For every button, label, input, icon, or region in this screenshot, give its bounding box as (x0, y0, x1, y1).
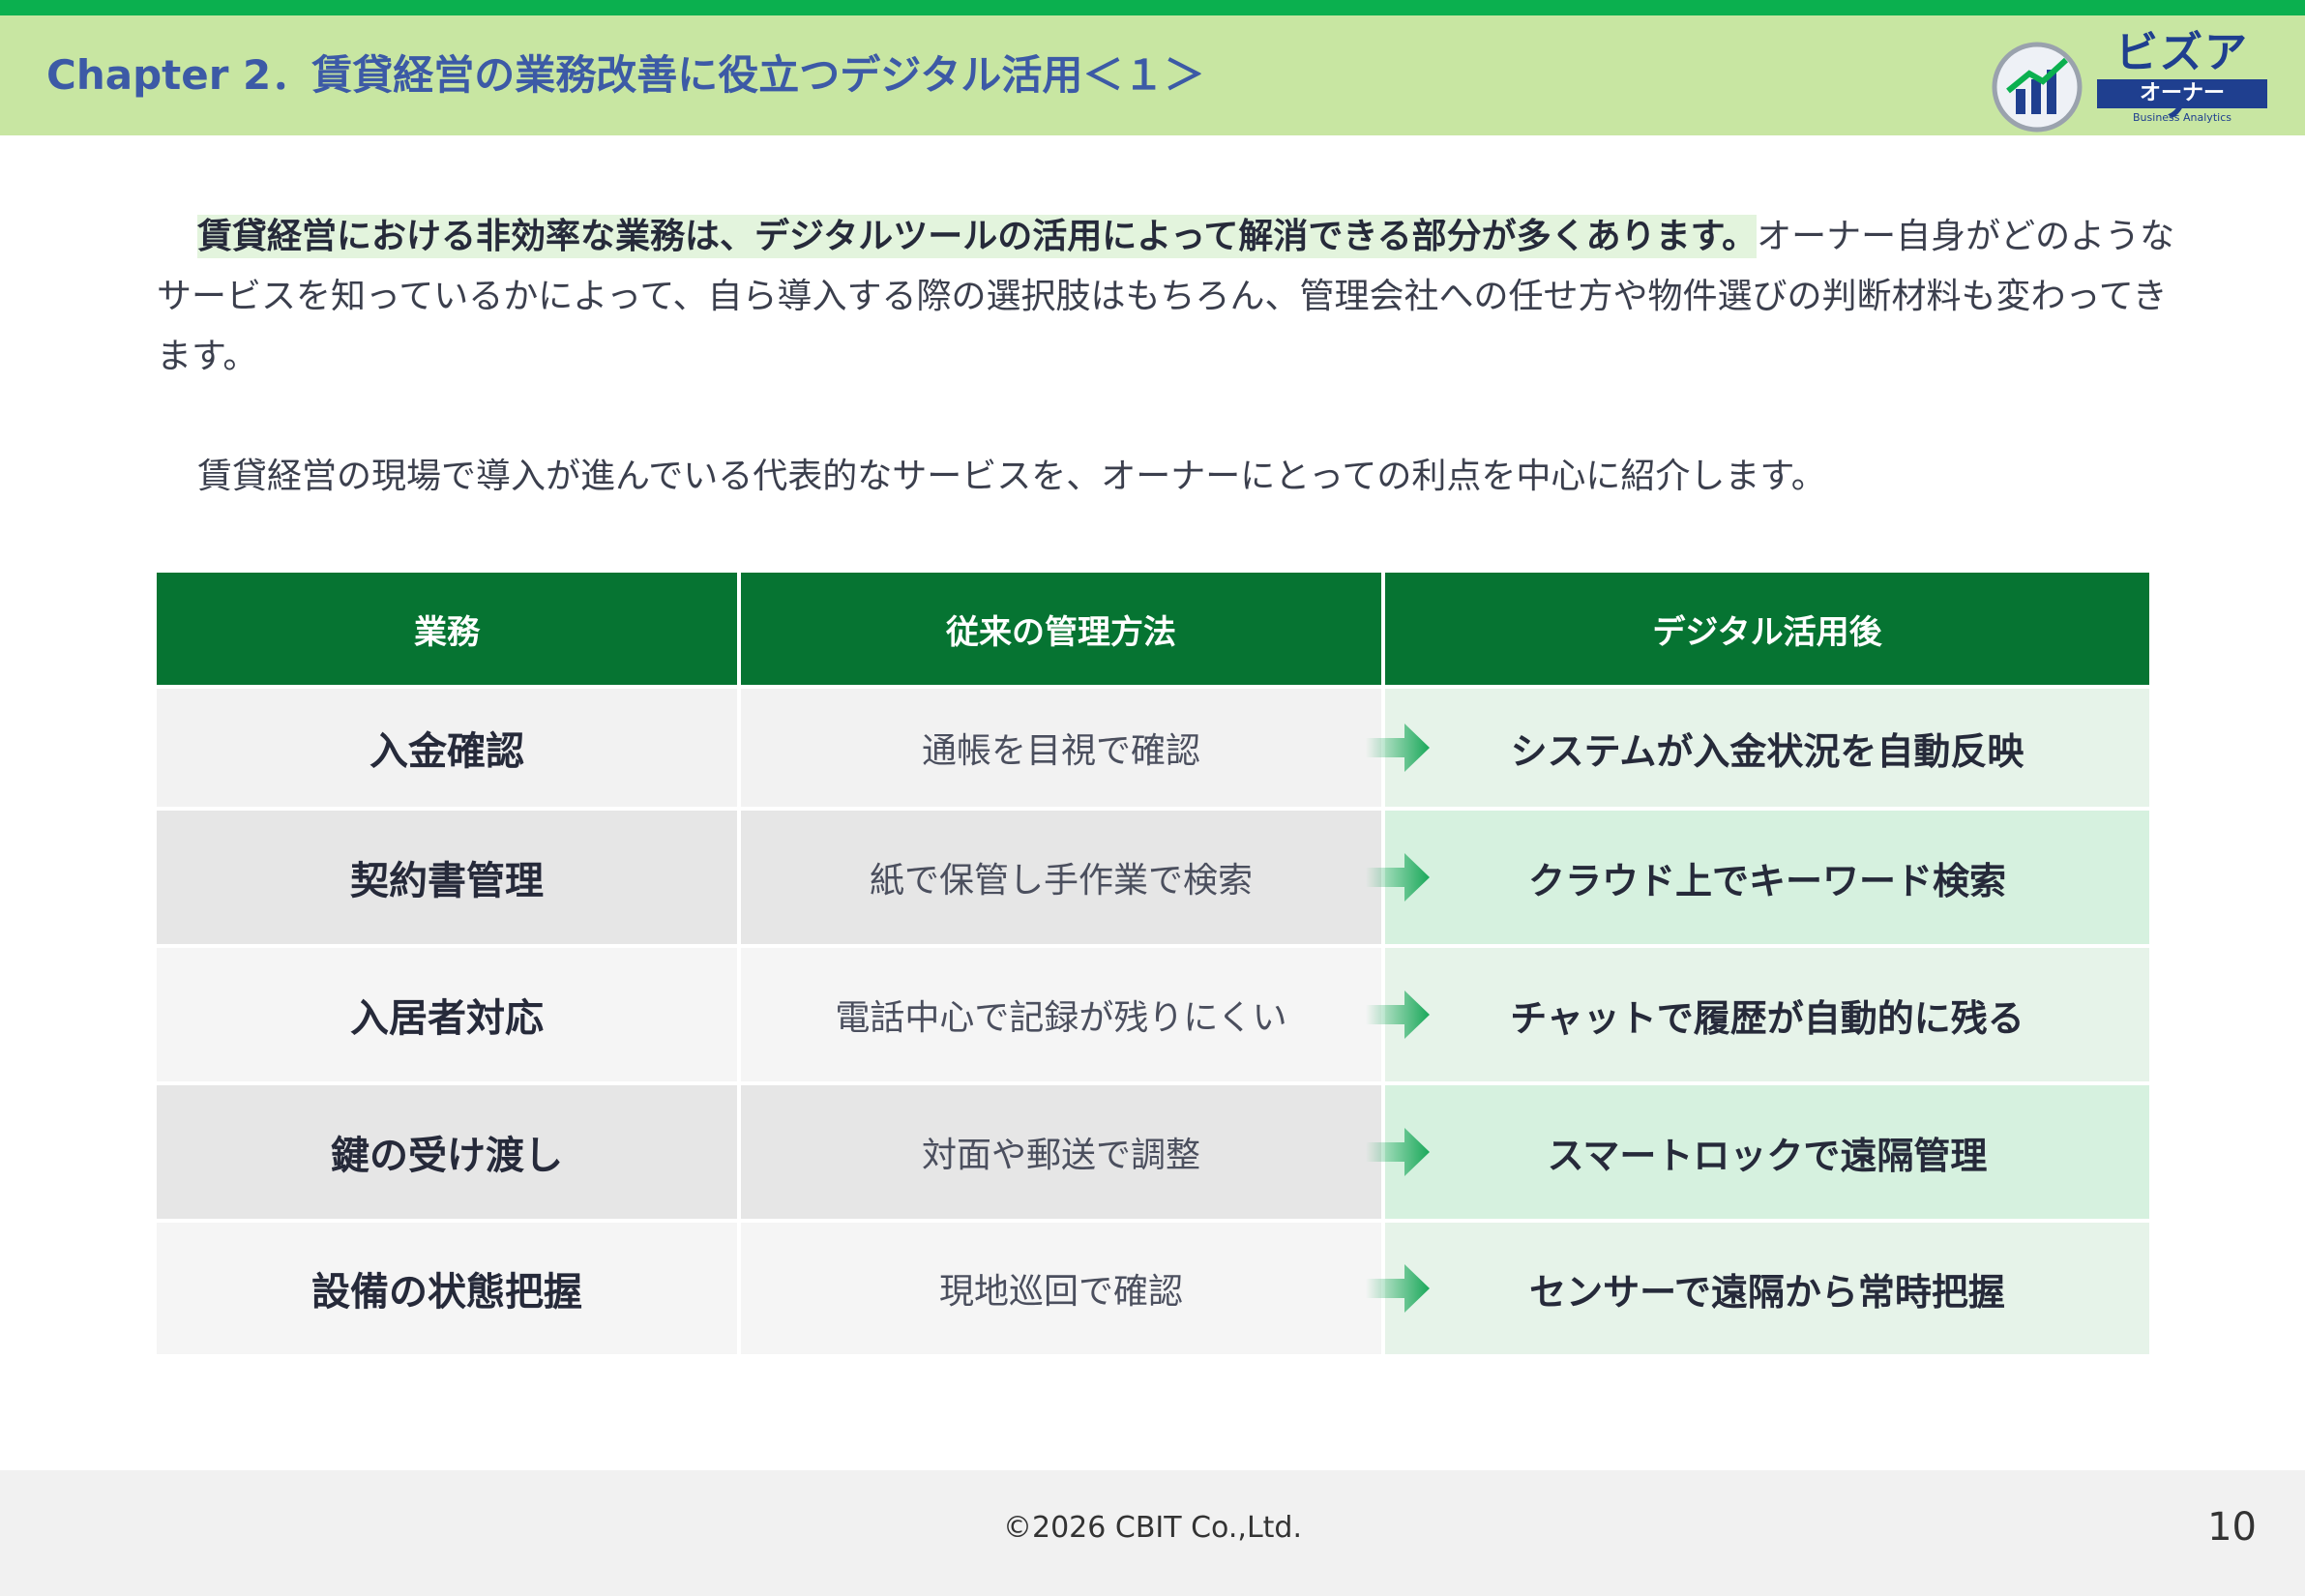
header-digital: デジタル活用後 (1385, 573, 2149, 685)
cell-task: 入居者対応 (157, 948, 737, 1081)
cell-old-method: 現地巡回で確認 (741, 1223, 1381, 1354)
intro-paragraph: 賃貸経営における非効率な業務は、デジタルツールの活用によって解消できる部分が多く… (157, 207, 2188, 387)
cell-digital: クラウド上でキーワード検索 (1385, 811, 2149, 944)
cell-old-method: 電話中心で記録が残りにくい (741, 948, 1381, 1081)
cell-digital: スマートロックで遠隔管理 (1385, 1085, 2149, 1219)
page-title: Chapter 2．賃貸経営の業務改善に役立つデジタル活用＜１＞ (46, 51, 1205, 99)
summary-paragraph: 賃貸経営の現場で導入が進んでいる代表的なサービスを、オーナーにとっての利点を中心… (197, 457, 1826, 496)
arrow-right-icon (1366, 1128, 1430, 1176)
logo-wordmark: ビズアナ (2115, 28, 2249, 126)
cell-digital: センサーで遠隔から常時把握 (1385, 1223, 2149, 1354)
arrow-right-icon (1366, 724, 1430, 772)
footer: ©2026 CBIT Co.,Ltd. 10 (0, 1470, 2305, 1596)
cell-old-method: 通帳を目視で確認 (741, 689, 1381, 807)
building-chart-logo-icon (1992, 42, 2083, 133)
page-number: 10 (2207, 1505, 2257, 1550)
logo-band-text: オーナー (2097, 79, 2267, 108)
highlighted-sentence: 賃貸経営における非効率な業務は、デジタルツールの活用によって解消できる部分が多く… (197, 215, 1758, 258)
logo-subtitle: Business Analytics (2133, 111, 2231, 124)
cell-task: 設備の状態把握 (157, 1223, 737, 1354)
brand-logo: ビズアナ オーナー Business Analytics (1991, 29, 2271, 135)
top-accent-line (0, 0, 2305, 15)
arrow-right-icon (1366, 1264, 1430, 1313)
header-bar: Chapter 2．賃貸経営の業務改善に役立つデジタル活用＜１＞ ビズアナ オー… (0, 15, 2305, 135)
cell-task: 契約書管理 (157, 811, 737, 944)
cell-old-method: 対面や郵送で調整 (741, 1085, 1381, 1219)
cell-task: 鍵の受け渡し (157, 1085, 737, 1219)
header-task: 業務 (157, 573, 737, 685)
arrow-right-icon (1366, 990, 1430, 1039)
cell-old-method: 紙で保管し手作業で検索 (741, 811, 1381, 944)
copyright: ©2026 CBIT Co.,Ltd. (1002, 1511, 1303, 1545)
cell-digital: チャットで履歴が自動的に残る (1385, 948, 2149, 1081)
header-old-method: 従来の管理方法 (741, 573, 1381, 685)
comparison-table: 業務 従来の管理方法 デジタル活用後 入金確認 通帳を目視で確認 システムが入金状況… (157, 573, 2149, 1354)
cell-task: 入金確認 (157, 689, 737, 807)
arrow-right-icon (1366, 853, 1430, 901)
cell-digital: システムが入金状況を自動反映 (1385, 689, 2149, 807)
